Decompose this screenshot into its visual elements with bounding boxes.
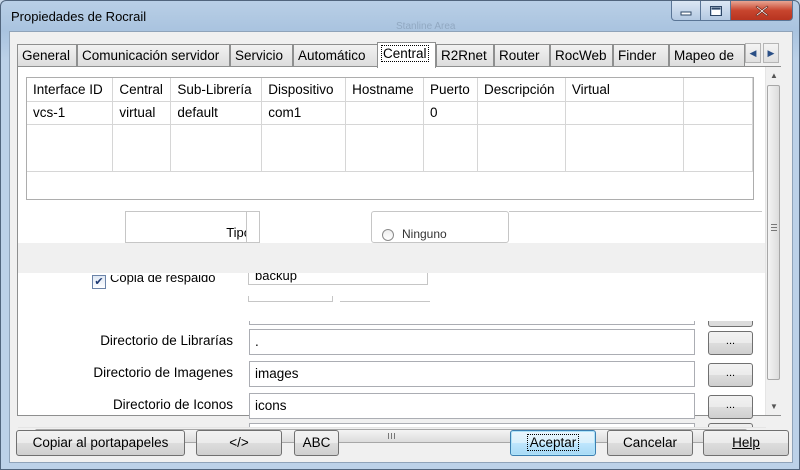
client-area: General Comunicación servidor Servicio A… bbox=[9, 31, 793, 463]
cell-hostname[interactable] bbox=[345, 101, 425, 125]
icons-browse-button[interactable]: ... bbox=[708, 395, 753, 419]
images-browse-button[interactable]: ... bbox=[708, 363, 753, 387]
table-row[interactable]: vcs-1 virtual default com1 0 bbox=[27, 101, 753, 125]
column-header[interactable]: Hostname bbox=[345, 78, 425, 102]
column-header[interactable]: Virtual bbox=[565, 78, 685, 102]
interface-grid[interactable]: Interface ID Central Sub-Librería Dispos… bbox=[26, 77, 754, 200]
help-label: Help bbox=[732, 435, 760, 450]
properties-window: Propiedades de Rocrail Stanline Area Gen… bbox=[0, 0, 800, 470]
central-panel: Interface ID Central Sub-Librería Dispos… bbox=[17, 66, 781, 444]
abc-button[interactable]: ABC bbox=[294, 430, 339, 456]
help-button[interactable]: Help bbox=[703, 430, 789, 456]
tab-servicio[interactable]: Servicio bbox=[230, 44, 293, 67]
tab-comunicacion-servidor[interactable]: Comunicación servidor bbox=[77, 44, 230, 67]
partial-browse-button[interactable] bbox=[708, 321, 753, 327]
tipo-groupbox: Tipo bbox=[125, 211, 260, 243]
column-header bbox=[683, 78, 753, 102]
tab-central[interactable]: Central bbox=[377, 42, 436, 68]
images-dir-input[interactable]: images bbox=[249, 361, 695, 387]
table-empty-row bbox=[27, 124, 753, 172]
title-bar[interactable]: Propiedades de Rocrail Stanline Area bbox=[1, 1, 799, 32]
partial-input[interactable] bbox=[340, 296, 430, 302]
backup-input[interactable]: backup bbox=[248, 273, 428, 285]
libraries-dir-label: Directorio de Librarías bbox=[100, 333, 233, 348]
tab-mapeo[interactable]: Mapeo de bbox=[669, 44, 745, 67]
libraries-browse-button[interactable]: ... bbox=[708, 331, 753, 355]
scroll-up-icon[interactable]: ▲ bbox=[766, 67, 782, 84]
column-header[interactable]: Descripción bbox=[477, 78, 566, 102]
minimize-button[interactable] bbox=[671, 1, 701, 21]
cell-central[interactable]: virtual bbox=[112, 101, 172, 125]
maximize-icon bbox=[709, 5, 722, 16]
arrow-right-icon: ▶ bbox=[767, 47, 775, 58]
radio-groupbox-extension bbox=[509, 211, 762, 243]
icons-dir-input[interactable]: icons bbox=[249, 393, 695, 419]
cell-interface-id[interactable]: vcs-1 bbox=[27, 101, 114, 125]
column-header[interactable]: Dispositivo bbox=[261, 78, 347, 102]
copy-to-clipboard-button[interactable]: Copiar al portapapeles bbox=[16, 430, 185, 456]
minimize-icon bbox=[680, 11, 692, 15]
cancel-button[interactable]: Cancelar bbox=[607, 430, 693, 456]
radio-groupbox: Ninguno bbox=[371, 211, 509, 243]
scroll-down-icon[interactable]: ▼ bbox=[766, 398, 782, 415]
icons-dir-label: Directorio de Iconos bbox=[112, 397, 233, 412]
tab-automatico[interactable]: Automático bbox=[293, 44, 378, 67]
libraries-dir-input[interactable]: . bbox=[249, 329, 695, 355]
tab-finder[interactable]: Finder bbox=[613, 44, 669, 67]
cell-extra bbox=[683, 101, 753, 125]
cell-port[interactable]: 0 bbox=[423, 101, 478, 125]
tab-scroll-arrows: ◀ ▶ bbox=[745, 43, 779, 64]
checkmark-icon: ✔ bbox=[94, 276, 104, 288]
column-header[interactable]: Central bbox=[112, 78, 172, 102]
close-button[interactable] bbox=[731, 1, 793, 21]
overlapping-strip bbox=[18, 243, 768, 273]
interface-table: Interface ID Central Sub-Librería Dispos… bbox=[27, 78, 753, 172]
close-icon bbox=[755, 5, 768, 16]
images-dir-label: Directorio de Imagenes bbox=[93, 365, 233, 380]
tipo-combo-edge[interactable] bbox=[246, 211, 260, 243]
grip-icon bbox=[771, 224, 777, 231]
xml-button[interactable]: </> bbox=[196, 430, 282, 456]
column-header[interactable]: Interface ID bbox=[27, 78, 114, 102]
tab-router[interactable]: Router bbox=[494, 44, 550, 67]
ok-button[interactable]: Aceptar bbox=[510, 430, 596, 456]
grip-icon bbox=[388, 433, 395, 439]
radio-button[interactable] bbox=[382, 229, 394, 241]
arrow-left-icon: ◀ bbox=[749, 47, 757, 58]
backup-label: Copia de respaldo bbox=[110, 275, 216, 285]
backup-checkbox[interactable]: ✔ bbox=[92, 275, 106, 289]
maximize-button[interactable] bbox=[701, 1, 731, 21]
cell-description[interactable] bbox=[477, 101, 566, 125]
partial-input[interactable] bbox=[249, 321, 695, 325]
vertical-scroll-thumb[interactable] bbox=[767, 85, 780, 380]
cell-sub-library[interactable]: default bbox=[170, 101, 263, 125]
radio-label: Ninguno bbox=[402, 227, 447, 241]
tab-rocweb[interactable]: RocWeb bbox=[550, 44, 613, 67]
tab-strip: General Comunicación servidor Servicio A… bbox=[17, 42, 757, 68]
ok-label: Aceptar bbox=[526, 434, 580, 451]
tab-scroll-right-button[interactable]: ▶ bbox=[763, 43, 779, 63]
table-header-row: Interface ID Central Sub-Librería Dispos… bbox=[27, 78, 753, 102]
partial-input[interactable] bbox=[248, 296, 333, 302]
tab-general[interactable]: General bbox=[17, 44, 77, 67]
vertical-scrollbar[interactable]: ▲ ▼ bbox=[765, 67, 781, 415]
cell-virtual[interactable] bbox=[565, 101, 685, 125]
column-header[interactable]: Sub-Librería bbox=[170, 78, 263, 102]
tab-r2rnet[interactable]: R2Rnet bbox=[436, 44, 494, 67]
window-title: Propiedades de Rocrail bbox=[11, 9, 147, 24]
cell-device[interactable]: com1 bbox=[261, 101, 347, 125]
column-header[interactable]: Puerto bbox=[423, 78, 478, 102]
tab-scroll-left-button[interactable]: ◀ bbox=[745, 43, 761, 63]
